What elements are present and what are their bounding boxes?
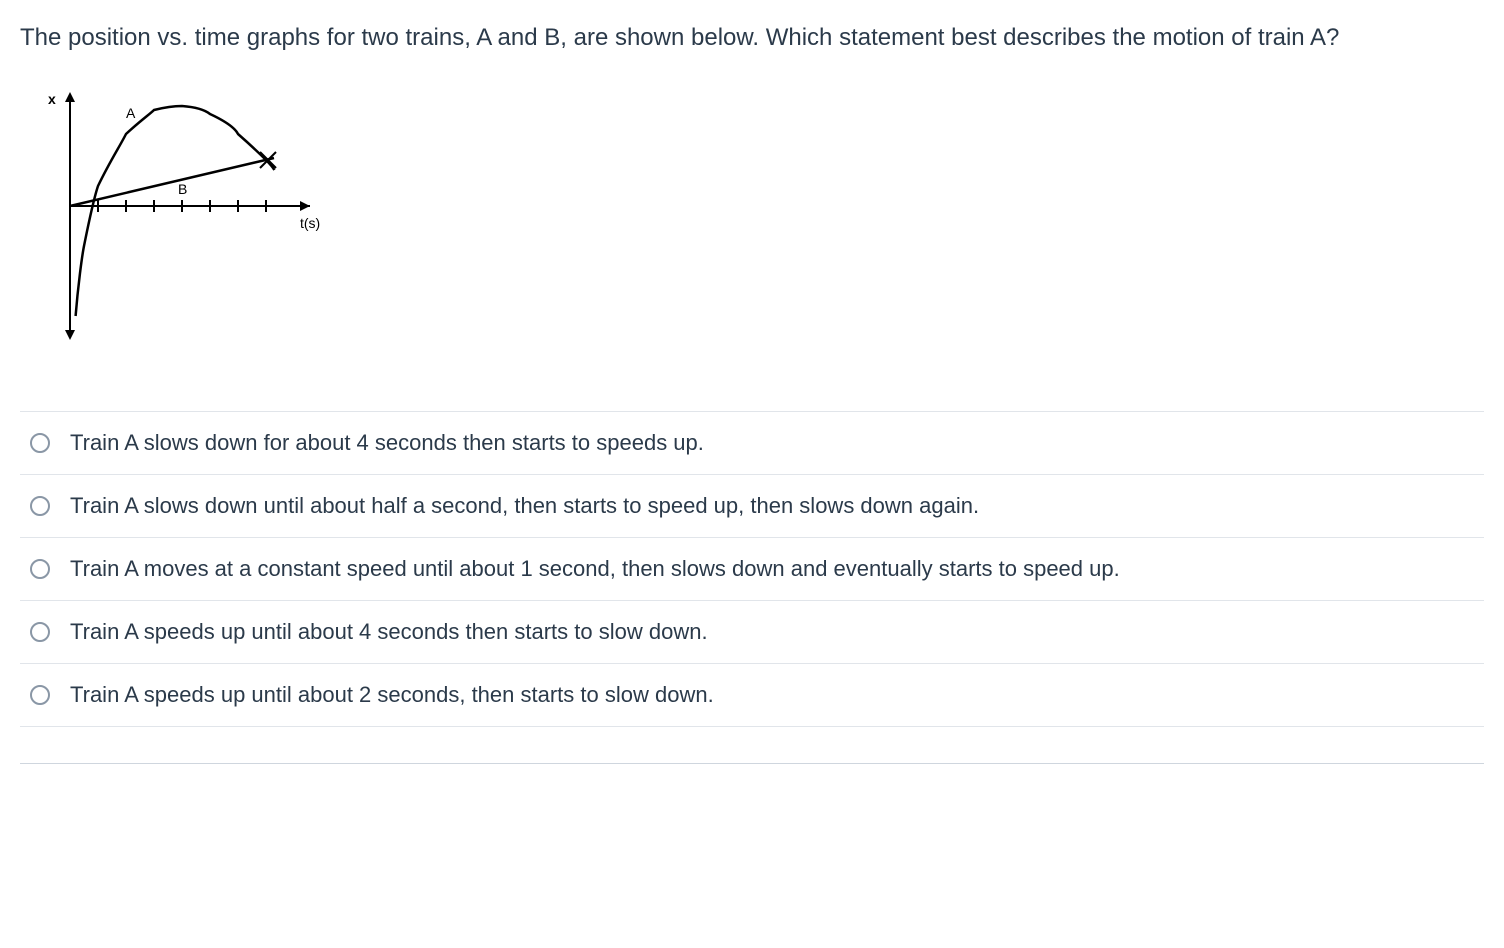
option-label: Train A speeds up until about 2 seconds,…: [70, 682, 714, 708]
y-axis-arrow-up: [65, 92, 75, 102]
radio-icon[interactable]: [30, 685, 50, 705]
radio-icon[interactable]: [30, 559, 50, 579]
radio-icon[interactable]: [30, 496, 50, 516]
x-axis-arrow: [300, 201, 310, 211]
option-label: Train A slows down until about half a se…: [70, 493, 979, 519]
option-2[interactable]: Train A slows down until about half a se…: [20, 474, 1484, 537]
position-time-graph: x t(s) A B: [30, 86, 1484, 351]
answer-options: Train A slows down for about 4 seconds t…: [20, 411, 1484, 727]
option-1[interactable]: Train A slows down for about 4 seconds t…: [20, 411, 1484, 474]
series-a-label: A: [126, 105, 136, 121]
series-b-label: B: [178, 181, 187, 197]
question-text: The position vs. time graphs for two tra…: [20, 20, 1340, 56]
series-a-curve: [76, 106, 275, 316]
radio-icon[interactable]: [30, 433, 50, 453]
option-5[interactable]: Train A speeds up until about 2 seconds,…: [20, 663, 1484, 727]
option-4[interactable]: Train A speeds up until about 4 seconds …: [20, 600, 1484, 663]
radio-icon[interactable]: [30, 622, 50, 642]
y-axis-arrow-down: [65, 330, 75, 340]
option-label: Train A slows down for about 4 seconds t…: [70, 430, 704, 456]
x-axis-label: t(s): [300, 215, 320, 231]
option-label: Train A speeds up until about 4 seconds …: [70, 619, 708, 645]
divider: [20, 763, 1484, 764]
option-label: Train A moves at a constant speed until …: [70, 556, 1120, 582]
graph-svg: x t(s) A B: [30, 86, 350, 346]
y-axis-label: x: [48, 91, 56, 107]
option-3[interactable]: Train A moves at a constant speed until …: [20, 537, 1484, 600]
